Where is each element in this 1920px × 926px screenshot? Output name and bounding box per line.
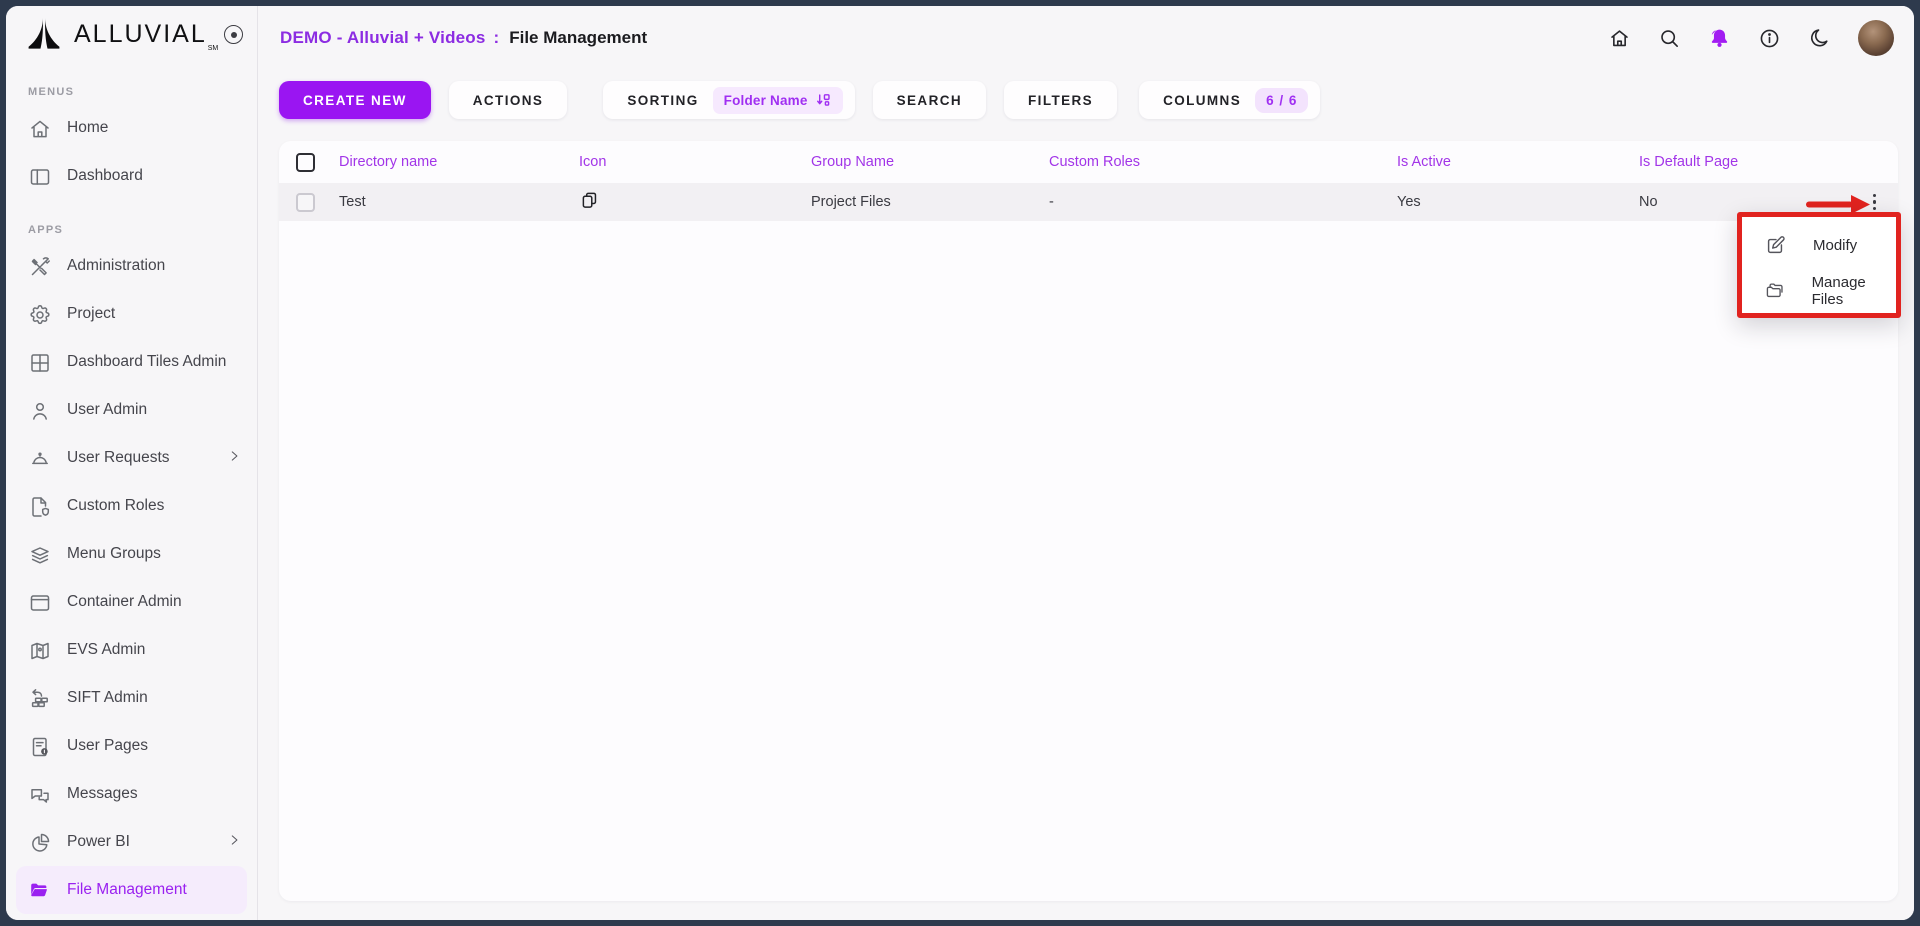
sidebar-item-translations[interactable]: Translations <box>6 914 257 920</box>
topbar: DEMO - Alluvial + Videos : File Manageme… <box>258 6 1914 64</box>
dashboard-panel-icon <box>28 165 50 187</box>
sidebar-item-evs-admin[interactable]: EVS Admin <box>6 626 257 674</box>
layers-icon <box>28 543 50 565</box>
topbar-icons <box>1608 20 1894 56</box>
sorting-label: SORTING <box>627 93 698 108</box>
cell-icon <box>579 190 811 215</box>
folders-icon <box>1764 279 1786 302</box>
cell-is-default-page: No <box>1639 194 1825 210</box>
brand-suffix: SM <box>208 45 219 52</box>
sidebar-item-messages[interactable]: Messages <box>6 770 257 818</box>
column-header-group-name[interactable]: Group Name <box>811 154 1049 170</box>
search-icon[interactable] <box>1658 27 1681 50</box>
brand-name: ALLUVIAL <box>74 20 207 49</box>
sidebar-item-sift-admin[interactable]: SIFT Admin <box>6 674 257 722</box>
sorting-value: Folder Name <box>724 93 808 108</box>
sidebar-item-dashboard-tiles-admin[interactable]: Dashboard Tiles Admin <box>6 338 257 386</box>
context-menu-item-manage-files[interactable]: Manage Files <box>1742 268 1896 313</box>
alluvial-logo-icon <box>24 14 64 54</box>
chat-bubbles-icon <box>28 783 50 805</box>
table-row[interactable]: Test Project Files - Yes No <box>279 183 1898 221</box>
column-header-directory-name[interactable]: Directory name <box>339 154 579 170</box>
sidebar-section-apps: APPS <box>28 218 257 242</box>
home-icon[interactable] <box>1608 27 1631 50</box>
create-new-button[interactable]: CREATE NEW <box>279 81 431 119</box>
search-button[interactable]: SEARCH <box>873 81 986 119</box>
file-shield-icon <box>28 495 50 517</box>
sidebar-item-custom-roles[interactable]: Custom Roles <box>6 482 257 530</box>
cell-custom-roles: - <box>1049 194 1397 210</box>
sidebar-item-administration[interactable]: Administration <box>6 242 257 290</box>
info-icon[interactable] <box>1758 27 1781 50</box>
chevron-right-icon <box>227 833 241 852</box>
user-icon <box>28 399 50 421</box>
cell-is-active: Yes <box>1397 194 1639 210</box>
home-icon <box>28 117 50 139</box>
row-context-menu: Modify Manage Files <box>1737 212 1901 318</box>
blocks-arrow-icon <box>28 687 50 709</box>
row-checkbox[interactable] <box>296 193 315 212</box>
main-content: DEMO - Alluvial + Videos : File Manageme… <box>258 6 1914 920</box>
sidebar: ALLUVIAL SM MENUS Home Dashboard APPS Ad… <box>6 6 258 920</box>
brand-header: ALLUVIAL SM <box>6 6 257 62</box>
sidebar-item-file-management[interactable]: File Management <box>16 866 247 914</box>
sorting-chip: Folder Name <box>713 87 843 114</box>
notifications-bell-icon[interactable] <box>1708 27 1731 50</box>
pie-chart-icon <box>28 831 50 853</box>
tools-icon <box>28 255 50 277</box>
sidebar-item-project[interactable]: Project <box>6 290 257 338</box>
user-avatar[interactable] <box>1858 20 1894 56</box>
sidebar-item-power-bi[interactable]: Power BI <box>6 818 257 866</box>
column-header-is-default-page[interactable]: Is Default Page <box>1639 154 1825 170</box>
actions-button[interactable]: ACTIONS <box>449 81 568 119</box>
sidebar-item-dashboard[interactable]: Dashboard <box>6 152 257 200</box>
context-menu-item-modify[interactable]: Modify <box>1742 223 1896 268</box>
app-window: ALLUVIAL SM MENUS Home Dashboard APPS Ad… <box>6 6 1914 920</box>
sidebar-collapse-toggle-icon[interactable] <box>224 25 243 44</box>
folder-icon <box>28 879 50 901</box>
sidebar-item-user-admin[interactable]: User Admin <box>6 386 257 434</box>
document-info-icon <box>28 735 50 757</box>
column-header-is-active[interactable]: Is Active <box>1397 154 1639 170</box>
sidebar-item-container-admin[interactable]: Container Admin <box>6 578 257 626</box>
toolbar: CREATE NEW ACTIONS SORTING Folder Name S… <box>258 64 1914 119</box>
column-header-custom-roles[interactable]: Custom Roles <box>1049 154 1397 170</box>
table-header-row: Directory name Icon Group Name Custom Ro… <box>279 141 1898 183</box>
columns-button[interactable]: COLUMNS 6 / 6 <box>1139 81 1320 119</box>
page-title: File Management <box>509 28 647 48</box>
sidebar-item-user-requests[interactable]: User Requests <box>6 434 257 482</box>
sidebar-section-menus: MENUS <box>28 80 257 104</box>
edit-pencil-icon <box>1764 234 1787 257</box>
chevron-right-icon <box>227 449 241 468</box>
filters-button[interactable]: FILTERS <box>1004 81 1117 119</box>
window-icon <box>28 591 50 613</box>
cell-group-name: Project Files <box>811 194 1049 210</box>
sorting-button[interactable]: SORTING Folder Name <box>603 81 854 119</box>
breadcrumb-context: DEMO - Alluvial + Videos <box>280 28 486 48</box>
cell-directory-name: Test <box>339 194 579 210</box>
row-actions-kebab-icon[interactable] <box>1867 190 1883 215</box>
columns-label: COLUMNS <box>1163 93 1241 108</box>
breadcrumb-separator: : <box>494 28 500 48</box>
columns-count-badge: 6 / 6 <box>1255 88 1308 113</box>
sidebar-item-menu-groups[interactable]: Menu Groups <box>6 530 257 578</box>
grid-tiles-icon <box>28 351 50 373</box>
sort-icon <box>815 92 832 109</box>
column-header-icon[interactable]: Icon <box>579 154 811 170</box>
file-table-card: Directory name Icon Group Name Custom Ro… <box>279 141 1898 901</box>
dark-mode-moon-icon[interactable] <box>1808 27 1831 50</box>
map-pin-icon <box>28 639 50 661</box>
select-all-checkbox[interactable] <box>296 153 315 172</box>
sidebar-item-user-pages[interactable]: User Pages <box>6 722 257 770</box>
gear-icon <box>28 303 50 325</box>
sidebar-item-home[interactable]: Home <box>6 104 257 152</box>
copy-icon <box>579 190 600 211</box>
cloche-bell-icon <box>28 447 50 469</box>
